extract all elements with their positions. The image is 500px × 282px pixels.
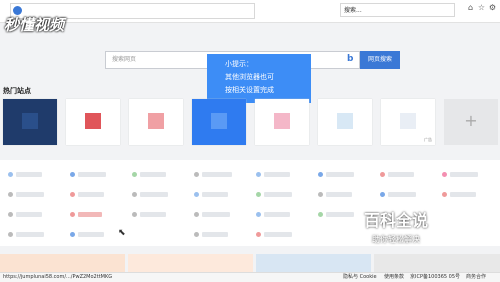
link-item[interactable] <box>264 172 290 177</box>
link-icon <box>256 232 261 237</box>
link-icon <box>256 212 261 217</box>
link-icon <box>318 192 323 197</box>
add-site-button[interactable]: + <box>444 99 498 145</box>
link-item[interactable] <box>202 232 228 237</box>
brand-watermark: 百科全说 <box>364 211 429 230</box>
link-item[interactable] <box>388 172 414 177</box>
star-icon[interactable]: ☆ <box>477 3 486 12</box>
link-item[interactable] <box>202 192 228 197</box>
link-icon <box>318 172 323 177</box>
tip-overlay: 小提示： 其他浏览器也可 按相关设置完成 <box>207 54 311 103</box>
link-item[interactable] <box>140 172 166 177</box>
link-icon <box>442 192 447 197</box>
link-icon <box>8 172 13 177</box>
site-logo-icon <box>85 113 101 129</box>
site-logo-icon <box>211 113 227 129</box>
hot-sites-heading: 热门站点 <box>3 87 31 95</box>
link-icon <box>132 192 137 197</box>
site-tile[interactable] <box>255 99 309 145</box>
link-item[interactable] <box>78 172 106 177</box>
site-tile[interactable]: 广告 <box>381 99 435 145</box>
site-tile[interactable] <box>3 99 57 145</box>
brand-slogan: 助你轻松解决 <box>372 235 420 244</box>
link-item[interactable] <box>16 192 44 197</box>
site-tile[interactable] <box>318 99 372 145</box>
link-item[interactable] <box>78 192 104 197</box>
link-item[interactable] <box>202 212 230 217</box>
tip-line-1: 其他浏览器也可 <box>225 73 274 81</box>
link-icon <box>442 172 447 177</box>
link-item[interactable] <box>140 192 168 197</box>
link-icon <box>8 232 13 237</box>
link-icon <box>8 192 13 197</box>
tip-line-2: 按相关设置完成 <box>225 86 274 94</box>
search-button[interactable]: 网页搜索 <box>360 51 400 69</box>
link-item[interactable] <box>450 192 476 197</box>
link-icon <box>380 192 385 197</box>
link-icon <box>70 192 75 197</box>
link-item[interactable] <box>16 232 44 237</box>
link-icon <box>194 192 199 197</box>
browser-search-box[interactable]: 搜索... <box>340 3 455 17</box>
link-icon <box>194 232 199 237</box>
browser-chrome: 搜索... ⌂ ☆ ⚙ <box>0 0 500 23</box>
link-icon <box>194 172 199 177</box>
link-item[interactable] <box>264 212 290 217</box>
link-icon <box>132 212 137 217</box>
site-logo-icon <box>148 113 164 129</box>
link-item[interactable] <box>16 212 42 217</box>
link-item[interactable] <box>450 172 478 177</box>
link-item[interactable] <box>202 172 232 177</box>
home-icon[interactable]: ⌂ <box>466 3 475 12</box>
link-icon <box>70 212 75 217</box>
link-item[interactable] <box>264 192 292 197</box>
site-logo-icon <box>337 113 353 129</box>
link-icon <box>256 172 261 177</box>
link-item[interactable] <box>326 212 354 217</box>
ad-label: 广告 <box>424 137 432 142</box>
link-icon <box>380 172 385 177</box>
site-logo-icon <box>274 113 290 129</box>
site-logo-icon <box>22 113 38 129</box>
link-icon <box>132 172 137 177</box>
bing-icon: b <box>347 54 354 64</box>
site-tile[interactable] <box>129 99 183 145</box>
link-icon <box>318 212 323 217</box>
link-item[interactable] <box>78 212 102 217</box>
link-item[interactable] <box>326 192 352 197</box>
link-icon <box>194 212 199 217</box>
link-item[interactable] <box>16 172 42 177</box>
link-item[interactable] <box>78 232 104 237</box>
mouse-cursor-icon: ⬉ <box>118 228 126 238</box>
link-icon <box>256 192 261 197</box>
site-logo-icon <box>400 113 416 129</box>
link-icon <box>70 172 75 177</box>
link-icon <box>8 212 13 217</box>
site-tile[interactable] <box>192 99 246 145</box>
site-tile[interactable] <box>66 99 120 145</box>
link-item[interactable] <box>140 212 166 217</box>
gear-icon[interactable]: ⚙ <box>488 3 497 12</box>
link-item[interactable] <box>388 192 416 197</box>
quick-links-panel <box>0 160 500 246</box>
link-icon <box>70 232 75 237</box>
link-item[interactable] <box>264 232 292 237</box>
video-watermark: 秒懂视频 <box>4 16 65 34</box>
tip-title: 小提示： <box>225 60 253 68</box>
link-item[interactable] <box>326 172 354 177</box>
